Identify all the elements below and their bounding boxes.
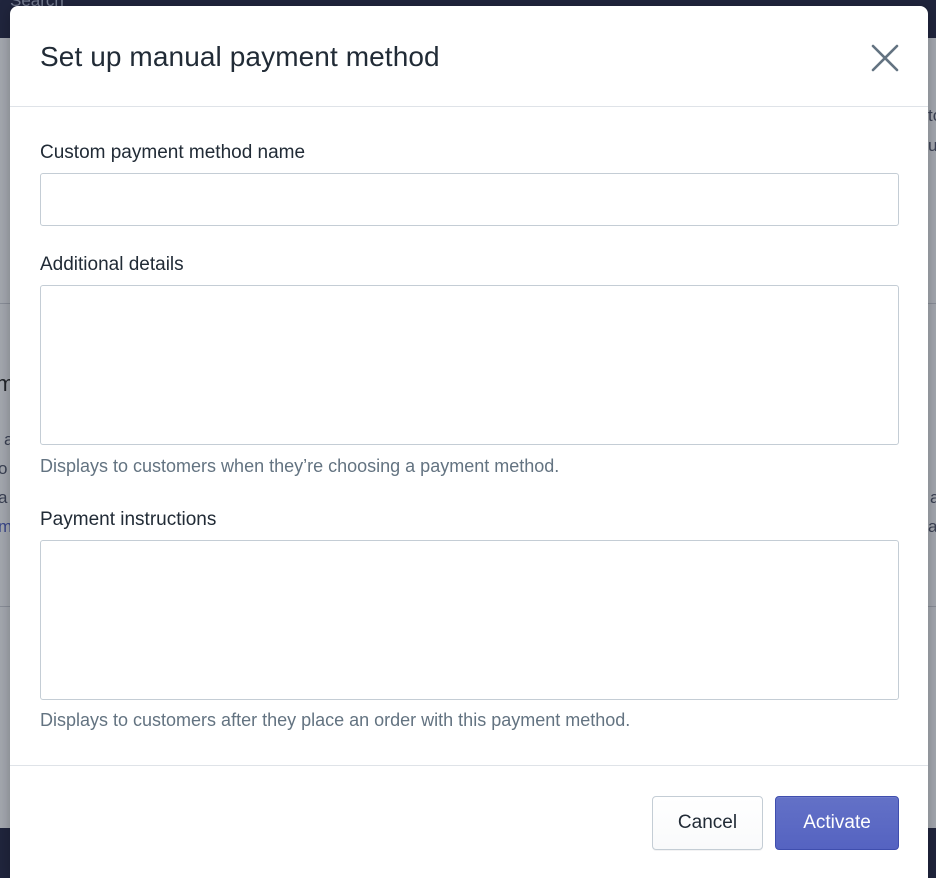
payment-method-name-input[interactable] <box>40 173 899 226</box>
modal-header: Set up manual payment method <box>10 6 928 107</box>
additional-details-textarea[interactable] <box>40 285 899 445</box>
payment-instructions-textarea[interactable] <box>40 540 899 700</box>
cancel-button[interactable]: Cancel <box>652 796 763 850</box>
additional-details-help: Displays to customers when they’re choos… <box>40 456 560 476</box>
modal-title: Set up manual payment method <box>40 41 440 72</box>
payment-method-modal: Set up manual payment method Custom paym… <box>10 6 928 878</box>
payment-instructions-help: Displays to customers after they place a… <box>40 710 631 730</box>
payment-method-name-label: Custom payment method name <box>40 142 306 163</box>
close-button[interactable] <box>865 38 905 78</box>
additional-details-label: Additional details <box>40 254 184 275</box>
close-icon <box>871 44 899 72</box>
activate-button[interactable]: Activate <box>775 796 899 850</box>
payment-instructions-label: Payment instructions <box>40 509 217 530</box>
